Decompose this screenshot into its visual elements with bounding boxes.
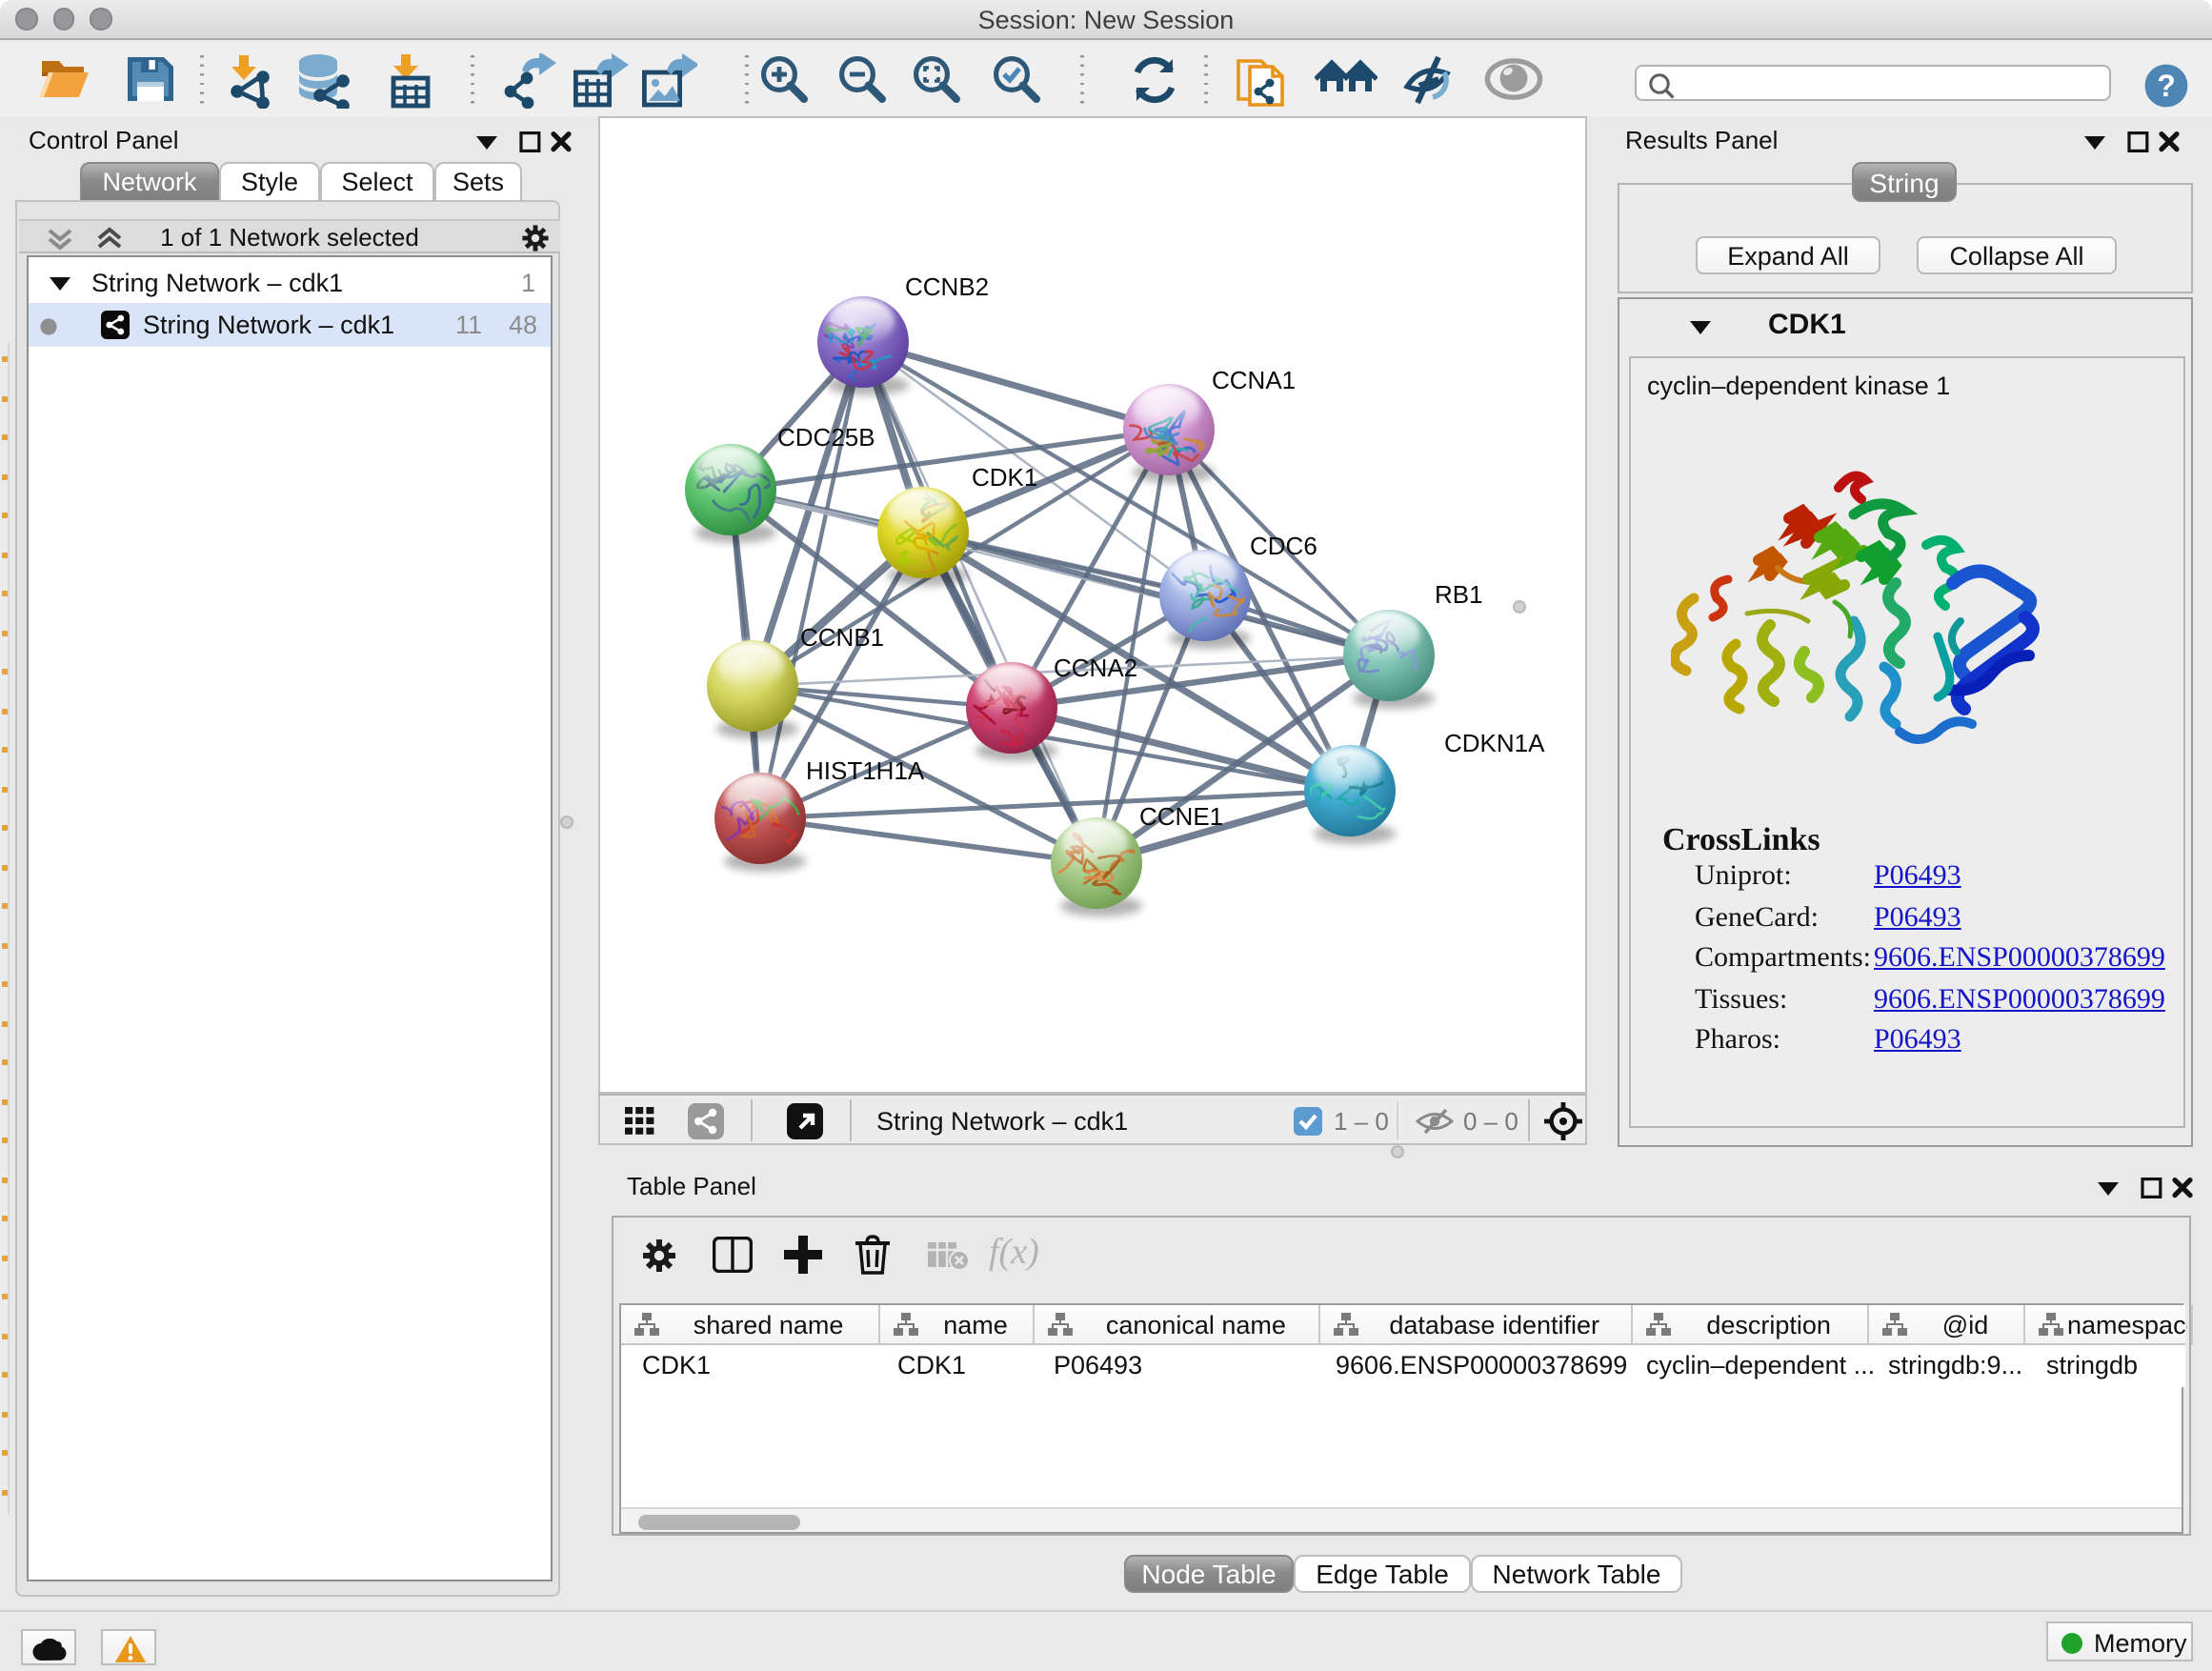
svg-text:CDC25B: CDC25B (777, 423, 875, 452)
svg-text:CCNB1: CCNB1 (800, 623, 884, 652)
svg-text:RB1: RB1 (1435, 580, 1483, 609)
svg-text:?: ? (2157, 69, 2176, 103)
svg-text:CDK1: CDK1 (972, 463, 1037, 492)
svg-text:CDKN1A: CDKN1A (1444, 729, 1545, 757)
svg-text:HIST1H1A: HIST1H1A (806, 756, 925, 785)
svg-text:CDC6: CDC6 (1250, 532, 1317, 560)
svg-text:CCNA2: CCNA2 (1054, 654, 1137, 682)
svg-text:CCNE1: CCNE1 (1139, 802, 1223, 831)
svg-text:CCNB2: CCNB2 (905, 272, 989, 301)
svg-text:CCNA1: CCNA1 (1212, 366, 1296, 394)
